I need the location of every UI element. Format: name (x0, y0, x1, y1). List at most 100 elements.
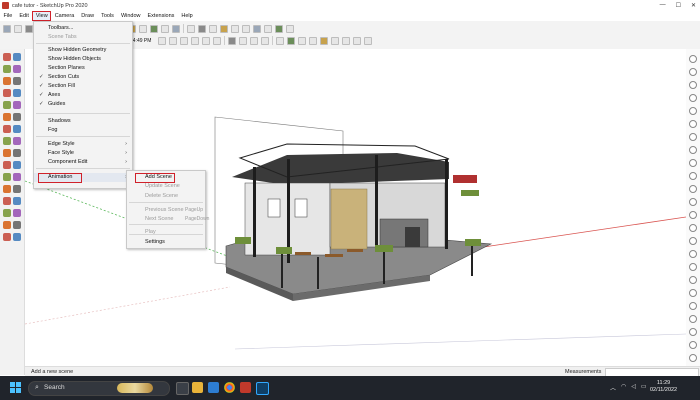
view-menu-item-show-hidden-geometry[interactable]: Show Hidden Geometry (34, 46, 132, 55)
tray-panel-icon[interactable] (689, 185, 697, 193)
walk-tool-icon[interactable] (3, 209, 11, 217)
volume-icon[interactable]: ◁ (631, 383, 636, 392)
maximize-button[interactable]: ☐ (676, 2, 681, 9)
view-menu-item-axes[interactable]: ✓ Axes (34, 91, 132, 100)
xray-icon[interactable] (231, 24, 239, 33)
zoom-tool-icon[interactable] (161, 24, 169, 33)
photoshop-taskbar-icon[interactable] (256, 382, 269, 395)
view-menu-item-toolbars[interactable]: Toolbars... (34, 24, 132, 33)
axes-tool-icon[interactable] (3, 161, 11, 169)
dimensions-icon[interactable] (331, 36, 340, 45)
display-cuts-icon[interactable] (250, 36, 259, 45)
scale-tool-icon[interactable] (3, 125, 11, 133)
view-menu-item-section-planes[interactable]: Section Planes (34, 64, 132, 73)
menu-file[interactable]: File (0, 11, 16, 21)
arc-tool-icon[interactable] (13, 65, 21, 73)
section-plane-tool-icon[interactable] (13, 221, 21, 229)
tray-panel-icon[interactable] (689, 198, 697, 206)
zoom-extents-tool-icon[interactable] (13, 197, 21, 205)
tray-panel-icon[interactable] (689, 263, 697, 271)
zoom-window-tool-icon[interactable] (3, 197, 11, 205)
iso-view-icon[interactable] (158, 36, 167, 45)
monochrome-icon[interactable] (286, 24, 294, 33)
extension-warehouse-icon[interactable] (198, 24, 206, 33)
view-menu-item-shadows[interactable]: Shadows (34, 117, 132, 126)
pan-tool-icon[interactable] (3, 185, 11, 193)
view-menu-item-guides[interactable]: ✓ Guides (34, 100, 132, 109)
tray-panel-icon[interactable] (689, 302, 697, 310)
tray-panel-icon[interactable] (689, 250, 697, 258)
styles-icon[interactable] (220, 24, 228, 33)
animation-item-add-scene[interactable]: Add Scene (127, 173, 205, 183)
line-tool-icon[interactable] (3, 65, 11, 73)
match-photo-icon[interactable] (320, 36, 329, 45)
eraser-tool-icon[interactable] (13, 53, 21, 61)
tray-panel-icon[interactable] (689, 315, 697, 323)
look-around-tool-icon[interactable] (13, 209, 21, 217)
layout-icon[interactable] (209, 24, 217, 33)
zoom-extents-icon[interactable] (172, 24, 180, 33)
view-menu-item-component-edit[interactable]: Component Edit › (34, 158, 132, 167)
right-view-icon[interactable] (191, 36, 200, 45)
tray-panel-icon[interactable] (689, 172, 697, 180)
menu-draw[interactable]: Draw (78, 11, 98, 21)
view-menu-item-face-style[interactable]: Face Style › (34, 149, 132, 158)
zoom-tool-icon[interactable] (13, 185, 21, 193)
wifi-icon[interactable]: ◠ (621, 383, 626, 392)
front-view-icon[interactable] (180, 36, 189, 45)
display-section-icon[interactable] (239, 36, 248, 45)
sandbox-tool-icon[interactable] (3, 233, 11, 241)
orbit-tool-icon[interactable] (13, 173, 21, 181)
top-view-icon[interactable] (169, 36, 178, 45)
taskbar-clock[interactable]: 11:29 02/11/2022 (650, 380, 677, 394)
view-menu-item-show-hidden-objects[interactable]: Show Hidden Objects (34, 55, 132, 64)
fog-icon[interactable] (309, 36, 318, 45)
file-explorer-icon[interactable] (192, 382, 203, 393)
sketchup-taskbar-icon[interactable] (240, 382, 251, 393)
tray-panel-icon[interactable] (689, 159, 697, 167)
protractor-icon[interactable] (364, 36, 373, 45)
tray-panel-icon[interactable] (689, 146, 697, 154)
tray-panel-icon[interactable] (689, 341, 697, 349)
menu-tools[interactable]: Tools (98, 11, 118, 21)
close-button[interactable]: ✕ (691, 2, 696, 9)
3d-text-tool-icon[interactable] (13, 161, 21, 169)
sandbox-icon[interactable] (276, 36, 285, 45)
minimize-button[interactable]: — (660, 2, 666, 9)
pan-tool-icon[interactable] (150, 24, 158, 33)
tray-panel-icon[interactable] (689, 289, 697, 297)
view-menu-item-section-cuts[interactable]: ✓ Section Cuts (34, 73, 132, 82)
tray-panel-icon[interactable] (689, 107, 697, 115)
menu-window[interactable]: Window (117, 11, 144, 21)
tray-panel-icon[interactable] (689, 55, 697, 63)
tray-panel-icon[interactable] (689, 120, 697, 128)
eraser-tool-icon[interactable] (14, 24, 22, 33)
tray-panel-icon[interactable] (689, 81, 697, 89)
edge-browser-icon[interactable] (208, 382, 219, 393)
push-pull-tool-icon[interactable] (3, 101, 11, 109)
windows-start-icon[interactable] (10, 382, 21, 393)
tray-panel-icon[interactable] (689, 211, 697, 219)
tray-panel-icon[interactable] (689, 354, 697, 362)
paint-bucket-tool-icon[interactable] (3, 173, 11, 181)
text-tool-icon[interactable] (342, 36, 351, 45)
shaded-icon[interactable] (264, 24, 272, 33)
taskbar-search[interactable]: ⌕ Search (28, 381, 170, 396)
view-menu-item-edge-style[interactable]: Edge Style › (34, 140, 132, 149)
battery-icon[interactable]: ▭ (641, 383, 647, 392)
axes-tool-icon[interactable] (353, 36, 362, 45)
move-tool-icon[interactable] (3, 113, 11, 121)
follow-me-tool-icon[interactable] (13, 101, 21, 109)
tray-panel-icon[interactable] (689, 133, 697, 141)
view-menu-item-animation[interactable]: Animation› (34, 173, 132, 183)
dimension-tool-icon[interactable] (13, 137, 21, 145)
tray-panel-icon[interactable] (689, 237, 697, 245)
polygon-tool-icon[interactable] (3, 89, 11, 97)
chrome-browser-icon[interactable] (224, 382, 235, 393)
tray-panel-icon[interactable] (689, 328, 697, 336)
rotate-tool-icon[interactable] (13, 113, 21, 121)
circle-tool-icon[interactable] (13, 77, 21, 85)
animation-item-settings[interactable]: Settings (127, 238, 205, 247)
task-view-icon[interactable] (176, 382, 189, 395)
view-menu-item-section-fill[interactable]: ✓ Section Fill (34, 82, 132, 91)
